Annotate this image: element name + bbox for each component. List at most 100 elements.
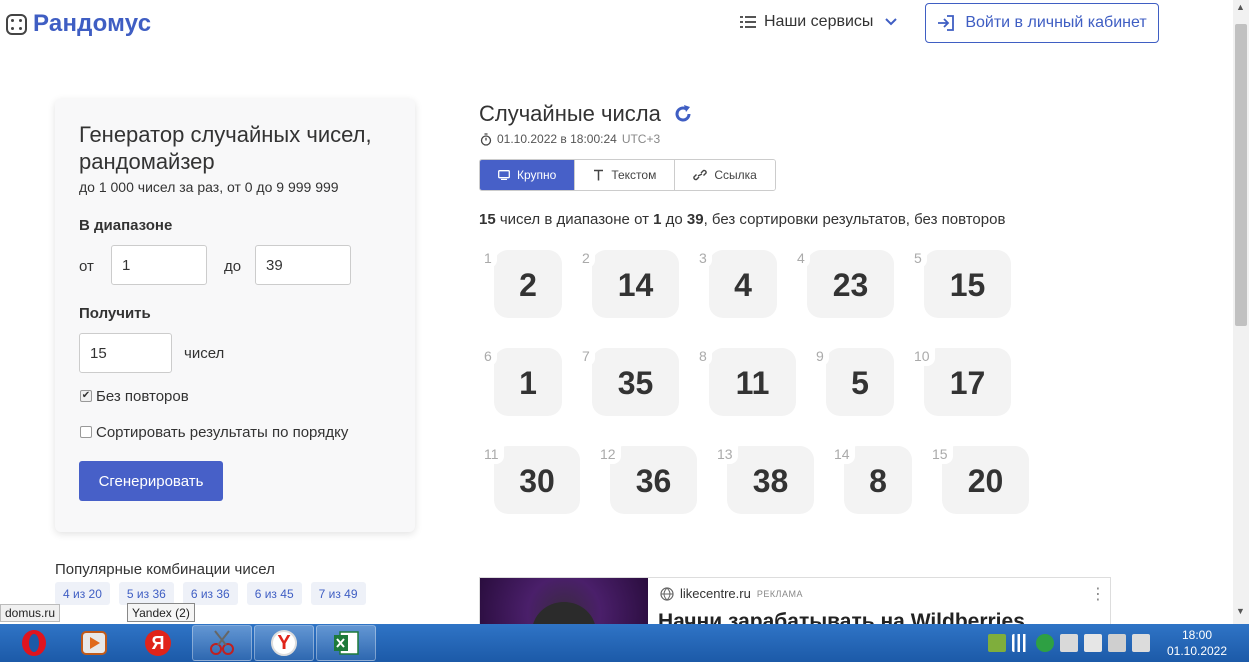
check-icon[interactable] [1036,634,1054,652]
services-menu[interactable]: Наши сервисы [740,13,898,31]
summary-text-1: чисел в диапазоне от [495,211,654,228]
excel-icon [334,631,359,655]
monitor-tray-icon[interactable] [1132,634,1150,652]
ad-source-text: likecentre.ru [680,586,751,601]
tab-large-label: Крупно [517,168,557,182]
ad-tag: РЕКЛАМА [756,588,803,599]
tab-link-label: Ссылка [714,168,757,182]
result-number: 23 [807,250,894,318]
sign-in-icon [938,15,955,31]
yandex-browser-button[interactable]: Y [254,625,314,661]
text-icon [594,169,604,181]
summary-text-2: до [661,211,687,228]
yandex-browser-icon: Y [271,630,297,656]
tab-large[interactable]: Крупно [480,160,576,190]
to-label: до [224,258,242,275]
result-number: 35 [592,348,679,416]
range-from-input[interactable]: 1 [111,245,207,285]
summary-count: 15 [479,211,496,228]
form-subtitle: до 1 000 чисел за раз, от 0 до 9 999 999 [79,179,339,195]
result-index: 7 [582,348,595,366]
chip-6-of-45[interactable]: 6 из 45 [246,582,302,605]
shield-icon[interactable] [988,634,1006,652]
tab-text-label: Текстом [611,168,657,182]
result-index: 15 [932,446,953,464]
yandex-button[interactable]: Я [128,625,188,661]
device-icon[interactable] [1084,634,1102,652]
results-title: Случайные числа [479,101,693,127]
chip-5-of-36[interactable]: 5 из 36 [118,582,174,605]
scroll-down-icon[interactable]: ▼ [1236,606,1245,616]
login-button[interactable]: Войти в личный кабинет [925,3,1159,43]
tab-text[interactable]: Текстом [575,160,676,190]
taskbar-clock[interactable]: 18:00 01.10.2022 [1160,627,1234,659]
chevron-down-icon [885,18,898,26]
results-title-text: Случайные числа [479,101,661,126]
tab-link[interactable]: Ссылка [675,160,775,190]
page-scrollbar[interactable]: ▲ ▼ [1233,0,1249,624]
network-icon[interactable] [1060,634,1078,652]
system-tray [988,634,1150,652]
result-number: 4 [709,250,777,318]
status-url: domus.ru [0,604,61,622]
result-index: 9 [816,348,829,366]
result-index: 8 [699,348,712,366]
dice-icon [6,13,27,35]
popular-chips: 4 из 20 5 из 36 6 из 36 6 из 45 7 из 49 [55,582,366,605]
no-repeat-label[interactable]: Без повторов [96,388,189,405]
no-repeat-checkbox[interactable]: ✔ [80,390,92,402]
volume-icon[interactable] [1108,634,1126,652]
yandex-icon: Я [145,630,171,656]
range-to-input[interactable]: 39 [255,245,351,285]
sort-checkbox[interactable] [80,426,92,438]
link-icon [693,169,708,181]
opera-button[interactable] [6,625,62,661]
scroll-thumb[interactable] [1235,24,1247,326]
list-icon [740,16,756,28]
result-index: 11 [484,446,504,464]
kebab-menu-icon[interactable]: ⋮ [1090,584,1106,604]
summary-to: 39 [686,211,704,228]
count-input[interactable]: 15 [79,333,172,373]
result-index: 2 [582,250,595,268]
view-tabs: Крупно Текстом Ссылка [479,159,776,191]
timestamp-text: 01.10.2022 в 18:00:24 [497,132,617,146]
result-index: 6 [484,348,497,366]
chip-6-of-36[interactable]: 6 из 36 [182,582,238,605]
media-player-button[interactable] [66,625,122,661]
results-summary: 15 чисел в диапазоне от 1 до 39, без сор… [479,211,1005,228]
result-index: 4 [797,250,810,268]
ad-banner[interactable]: likecentre.ru РЕКЛАМА Начни зарабатывать… [479,577,1111,627]
browser-page: Рандомус Наши сервисы Войти в личный каб… [0,0,1249,662]
monitor-icon [498,170,510,180]
form-title: Генератор случайных чисел, рандомайзер [79,122,372,174]
popular-title: Популярные комбинации чисел [55,561,275,578]
excel-button[interactable] [316,625,376,661]
timezone-text: UTC+3 [621,132,661,146]
scroll-up-icon[interactable]: ▲ [1236,2,1245,12]
chip-7-of-49[interactable]: 7 из 49 [310,582,366,605]
services-label: Наши сервисы [764,13,874,30]
snipping-tool-button[interactable] [192,625,252,661]
stopwatch-icon [480,132,492,146]
chip-4-of-20[interactable]: 4 из 20 [55,582,110,605]
result-number: 30 [494,446,580,514]
generate-button[interactable]: Сгенерировать [79,461,223,501]
result-number: 36 [610,446,697,514]
count-label: Получить [79,305,151,322]
result-number: 11 [709,348,796,416]
result-number: 20 [942,446,1029,514]
count-unit: чисел [184,345,225,362]
ad-source: likecentre.ru РЕКЛАМА [660,586,803,601]
logo-text: Рандомус [33,10,152,37]
result-number: 17 [924,348,1011,416]
result-number: 5 [826,348,894,416]
refresh-icon[interactable] [673,104,693,124]
site-logo[interactable]: Рандомус [6,10,151,38]
result-number: 2 [494,250,562,318]
signal-icon[interactable] [1012,634,1030,652]
sort-label[interactable]: Сортировать результаты по порядку [96,424,348,441]
windows-taskbar: Я Y 18:00 01.10.2022 [0,624,1249,662]
globe-icon [660,586,674,601]
result-index: 3 [699,250,712,268]
